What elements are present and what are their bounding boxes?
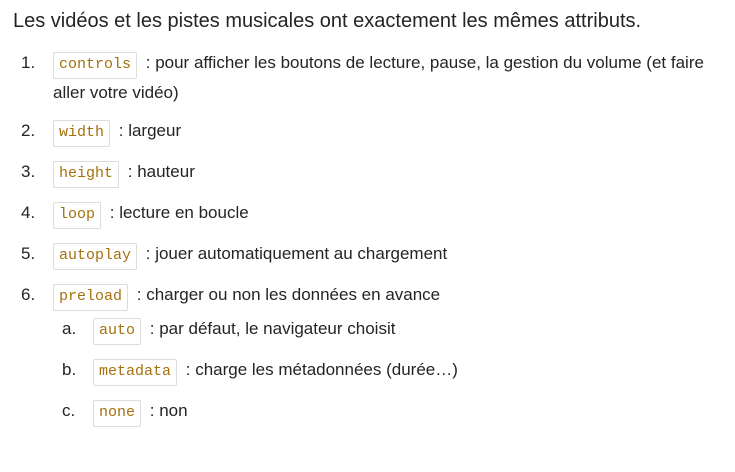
code-preload: preload — [53, 284, 129, 311]
item-description: : hauteur — [127, 162, 195, 181]
sub-item-description: : par défaut, le navigateur choisit — [149, 319, 396, 338]
code-controls: controls — [53, 52, 138, 79]
preload-options-list: a. auto : par défaut, le navigateur choi… — [53, 315, 721, 427]
list-number: 5. — [21, 244, 36, 263]
sub-list-letter: a. — [62, 319, 77, 338]
sub-item-auto: a. auto : par défaut, le navigateur choi… — [53, 315, 721, 345]
list-number: 2. — [21, 121, 36, 140]
code-auto: auto — [93, 318, 142, 345]
item-description: : charger ou non les données en avance — [136, 285, 441, 304]
sub-item-description: : charge les métadonnées (durée…) — [185, 360, 458, 379]
sub-item-metadata: b. metadata : charge les métadonnées (du… — [53, 356, 721, 386]
sub-item-description: : non — [149, 401, 188, 420]
item-description: : lecture en boucle — [109, 203, 249, 222]
intro-paragraph: Les vidéos et les pistes musicales ont e… — [13, 10, 642, 32]
list-item-loop: 4. loop : lecture en boucle — [13, 199, 721, 229]
code-loop: loop — [53, 202, 102, 229]
code-height: height — [53, 161, 120, 188]
item-description: : jouer automatiquement au chargement — [145, 244, 448, 263]
code-metadata: metadata — [93, 359, 178, 386]
list-item-width: 2. width : largeur — [13, 117, 721, 147]
sub-list-letter: b. — [62, 360, 77, 379]
list-number: 6. — [21, 285, 36, 304]
list-number: 3. — [21, 162, 36, 181]
document-page: Les vidéos et les pistes musicales ont e… — [0, 0, 735, 472]
list-item-controls: 1. controls : pour afficher les boutons … — [13, 49, 721, 106]
item-description: : pour afficher les boutons de lecture, … — [53, 53, 704, 102]
list-number: 1. — [21, 53, 36, 72]
sub-list-letter: c. — [62, 401, 76, 420]
code-width: width — [53, 120, 111, 147]
list-item-height: 3. height : hauteur — [13, 158, 721, 188]
list-item-autoplay: 5. autoplay : jouer automatiquement au c… — [13, 240, 721, 270]
list-number: 4. — [21, 203, 36, 222]
code-none: none — [93, 400, 142, 427]
attribute-list: 1. controls : pour afficher les boutons … — [13, 49, 721, 427]
sub-item-none: c. none : non — [53, 397, 721, 427]
list-item-preload: 6. preload : charger ou non les données … — [13, 281, 721, 427]
item-description: : largeur — [118, 121, 182, 140]
code-autoplay: autoplay — [53, 243, 138, 270]
